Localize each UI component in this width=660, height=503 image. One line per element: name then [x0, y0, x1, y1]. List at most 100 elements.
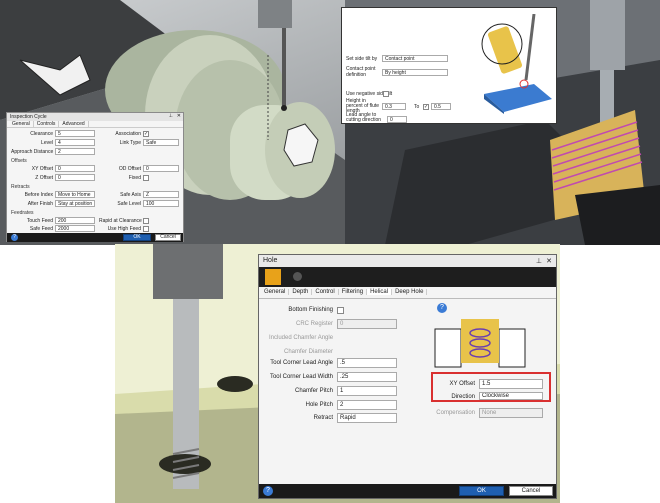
tab-general[interactable]: General: [9, 121, 34, 127]
help-icon[interactable]: ?: [437, 303, 447, 313]
tab-general[interactable]: General: [261, 289, 290, 295]
chamfer-pitch-label: Chamfer Pitch: [294, 388, 333, 394]
compensation-select[interactable]: None: [479, 408, 543, 418]
inspection-tabs: General Controls Advanced: [7, 121, 183, 128]
safe-feed-label: Safe Feed: [29, 226, 53, 232]
link-type-select[interactable]: Safe: [143, 139, 179, 146]
tab-control[interactable]: Control: [312, 289, 339, 295]
hole-title-bar: Hole ⊥ ✕: [259, 255, 556, 267]
clearance-label: Clearance: [30, 131, 53, 137]
xy-offset-label: XY Offset: [449, 381, 475, 387]
neg-tilt-checkbox[interactable]: [383, 91, 389, 97]
level-label: Level: [41, 140, 53, 146]
bottom-finishing-checkbox[interactable]: [337, 307, 344, 314]
direction-select[interactable]: Clockwise: [479, 392, 543, 400]
after-finish-label: After Finish: [27, 201, 53, 207]
hole-cancel-button[interactable]: Cancel: [509, 486, 553, 496]
high-feed-label: Use High Feed: [107, 226, 141, 232]
safe-axis-label: Safe Axis: [120, 192, 141, 198]
z-offset-field[interactable]: 0: [55, 174, 95, 181]
hole-dialog: Hole ⊥ ✕ General Depth Control Filtering Hel…: [258, 254, 557, 499]
to-checkbox[interactable]: ✓: [423, 104, 429, 110]
fixed-label: Fixed: [128, 175, 141, 181]
tab-advanced[interactable]: Advanced: [59, 121, 89, 127]
crc-select[interactable]: 0: [337, 319, 397, 329]
xy-offset-label: XY Offset: [31, 166, 53, 172]
approach-field[interactable]: 2: [55, 148, 95, 155]
xy-offset-field[interactable]: 0: [55, 165, 95, 172]
hole-pitch-label: Hole Pitch: [305, 402, 333, 408]
xy-offset-field[interactable]: 1.5: [479, 379, 543, 389]
touch-feed-field[interactable]: 200: [55, 217, 95, 224]
hole-pitch-field[interactable]: 2: [337, 400, 397, 410]
pin-icon[interactable]: ⊥: [169, 113, 173, 119]
hole-type-icon[interactable]: [265, 269, 281, 285]
crc-label: CRC Register: [295, 321, 333, 327]
association-label: Association: [115, 131, 141, 137]
close-icon[interactable]: ✕: [546, 257, 552, 265]
inspection-title: Inspection Cycle: [10, 114, 47, 120]
high-feed-checkbox[interactable]: [143, 226, 149, 232]
retracts-header: Retracts: [11, 184, 30, 190]
help-icon[interactable]: ?: [11, 234, 18, 241]
after-finish-select[interactable]: Stay at position: [55, 200, 95, 207]
pin-icon[interactable]: ⊥: [536, 257, 542, 265]
side-tilt-select[interactable]: Contact point: [382, 55, 448, 62]
lead-angle-label: Lead angle to cutting direction: [346, 112, 382, 123]
tool-corner-lead-angle-label: Tool Corner Lead Angle: [270, 360, 333, 366]
tab-deep-hole[interactable]: Deep Hole: [392, 289, 428, 295]
contact-def-select[interactable]: By height: [382, 69, 448, 76]
inspection-title-bar: Inspection Cycle ⊥ ✕: [7, 113, 183, 121]
association-checkbox[interactable]: ✓: [143, 131, 149, 137]
tab-depth[interactable]: Depth: [289, 289, 313, 295]
tool-corner-lead-width-label: Tool Corner Lead Width: [269, 374, 333, 380]
help-icon[interactable]: ?: [263, 486, 273, 496]
retract-label: Retract: [313, 415, 333, 421]
tool-corner-lead-angle-field[interactable]: .5: [337, 358, 397, 368]
chamfer-pitch-field[interactable]: 1: [337, 386, 397, 396]
fixed-checkbox[interactable]: [143, 175, 149, 181]
retract-select[interactable]: Rapid: [337, 413, 397, 423]
safe-level-label: Safe Level: [117, 201, 141, 207]
tab-filtering[interactable]: Filtering: [339, 289, 368, 295]
safe-level-field[interactable]: 100: [143, 200, 179, 207]
compensation-label: Compensation: [436, 410, 475, 416]
hole-toolbar: [259, 267, 556, 287]
height-from-field[interactable]: 0.3: [382, 103, 406, 110]
bottom-finishing-label: Bottom Finishing: [288, 307, 333, 313]
z-offset-label: Z Offset: [35, 175, 53, 181]
included-chamfer-label: Included Chamfer Angle: [269, 335, 334, 341]
direction-label: Direction: [451, 394, 475, 400]
tab-controls[interactable]: Controls: [34, 121, 60, 127]
tool-corner-lead-width-field[interactable]: .25: [337, 372, 397, 382]
contact-def-label: Contact point definition: [346, 66, 376, 78]
rapid-checkbox[interactable]: [143, 218, 149, 224]
contact-diagram: [481, 14, 552, 114]
chamfer-diameter-label: Chamfer Diameter: [283, 349, 333, 355]
od-offset-field[interactable]: 0: [143, 165, 179, 172]
tab-helical[interactable]: Helical: [367, 289, 393, 295]
inspection-ok-button[interactable]: OK: [123, 234, 151, 241]
hole-tabs: General Depth Control Filtering Helical Deep …: [259, 287, 556, 299]
level-field[interactable]: 4: [55, 139, 95, 146]
touch-feed-label: Touch Feed: [26, 218, 53, 224]
height-to-field[interactable]: 0.5: [431, 103, 451, 110]
safe-axis-select[interactable]: Z: [143, 191, 179, 198]
helical-diagram: [434, 319, 526, 368]
safe-feed-field[interactable]: 2000: [55, 225, 95, 232]
approach-label: Approach Distance: [11, 149, 54, 155]
link-type-label: Link Type: [119, 140, 141, 146]
contact-point-panel: Set side tilt by Contact point Contact p…: [341, 7, 557, 124]
close-icon[interactable]: ✕: [177, 113, 181, 119]
lead-angle-field[interactable]: 0: [387, 116, 407, 123]
clearance-field[interactable]: 5: [55, 130, 95, 137]
hole-ok-button[interactable]: OK: [459, 486, 504, 496]
before-index-label: Before Index: [24, 192, 53, 198]
secondary-type-icon[interactable]: [293, 272, 302, 281]
to-label: To: [414, 104, 420, 110]
rapid-label: Rapid at Clearance: [99, 218, 142, 224]
side-tilt-label: Set side tilt by: [346, 56, 378, 62]
inspection-cancel-button[interactable]: Cancel: [155, 234, 181, 241]
before-index-select[interactable]: Move to Home: [55, 191, 95, 198]
offsets-header: Offsets: [11, 158, 27, 164]
